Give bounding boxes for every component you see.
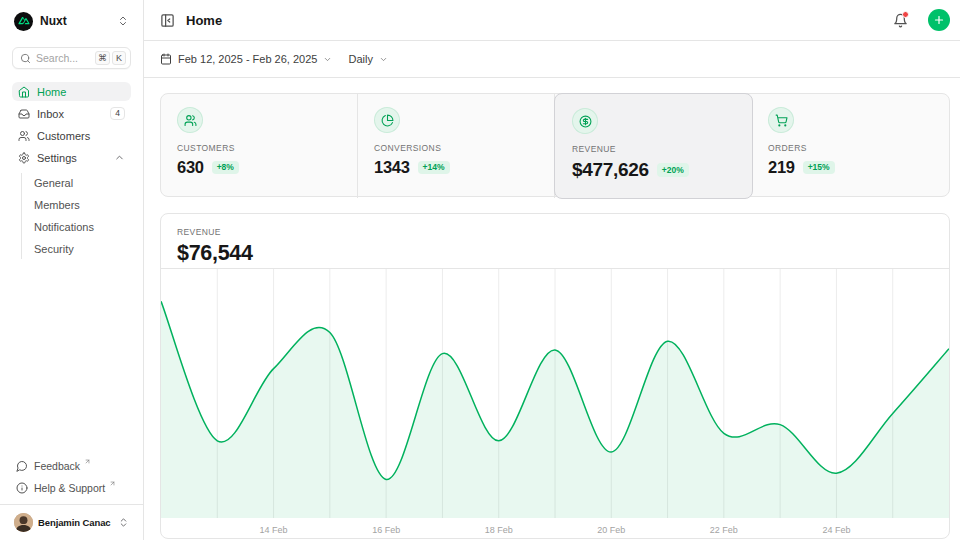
sidebar-item-general[interactable]: General [34,173,131,193]
nuxt-logo-icon [14,12,33,31]
sidebar-nav: Home Inbox 4 Customers Settings [12,82,131,259]
user-name: Benjamin Canac [38,517,113,528]
sidebar: Nuxt Search... ⌘K Home [0,0,144,540]
app: Nuxt Search... ⌘K Home [0,0,960,540]
chart-label: REVENUE [177,227,933,237]
users-icon [18,130,30,142]
page-title: Home [186,13,876,28]
sidebar-item-settings[interactable]: Settings [12,148,131,167]
sidebar-item-security[interactable]: Security [34,239,131,259]
delta-badge: +14% [418,161,450,175]
toolbar: Feb 12, 2025 - Feb 26, 2025 Daily [144,41,960,78]
shopping-cart-icon [768,107,794,133]
stat-conversions[interactable]: CONVERSIONS 1343 +14% [358,94,555,198]
message-circle-icon [16,460,28,472]
home-icon [18,86,30,98]
feedback-link[interactable]: Feedback [12,456,131,475]
user-menu[interactable]: Benjamin Canac [12,508,131,536]
chevron-up-icon [114,152,125,163]
chevrons-up-down-icon [117,15,129,27]
chevron-down-icon [379,55,388,64]
chart-pie-icon [374,107,400,133]
sidebar-item-customers[interactable]: Customers [12,126,131,145]
calendar-icon [160,53,172,65]
chart-header: REVENUE $76,544 [161,214,949,269]
main: Home Feb 12, 2025 - Feb 26, 2025 Daily [144,0,960,540]
workspace-switcher[interactable]: Nuxt [12,10,131,32]
gear-icon [18,152,30,164]
chevrons-up-down-icon [118,517,129,528]
sidebar-item-home[interactable]: Home [12,82,131,101]
x-tick-label: 14 Feb [260,525,288,535]
collapse-sidebar-icon[interactable] [160,13,175,28]
x-tick-label: 16 Feb [372,525,400,535]
stat-revenue[interactable]: REVENUE $477,626 +20% [554,93,753,199]
inbox-count-badge: 4 [110,107,125,121]
x-axis-labels: 14 Feb 16 Feb 18 Feb 20 Feb 22 Feb 24 Feb [161,518,949,537]
stat-orders[interactable]: ORDERS 219 +15% [752,94,949,198]
settings-subnav: General Members Notifications Security [21,173,131,259]
content: CUSTOMERS 630 +8% CONVERSIONS 1343 +14% [144,78,960,539]
main-header: Home [144,0,960,41]
stat-customers[interactable]: CUSTOMERS 630 +8% [161,94,358,198]
sidebar-item-members[interactable]: Members [34,195,131,215]
external-link-icon [109,480,116,487]
search-icon [20,53,31,64]
inbox-icon [18,108,30,120]
search-placeholder: Search... [36,52,90,64]
notifications-button[interactable] [887,7,913,33]
chart-value: $76,544 [177,241,933,266]
search-input[interactable]: Search... ⌘K [12,47,131,69]
delta-badge: +20% [657,163,689,177]
x-tick-label: 20 Feb [597,525,625,535]
x-tick-label: 18 Feb [485,525,513,535]
sidebar-divider [0,504,143,505]
sidebar-item-notifications[interactable]: Notifications [34,217,131,237]
kbd-k: K [112,51,126,65]
add-button[interactable] [928,9,950,31]
delta-badge: +8% [212,161,239,175]
external-link-icon [84,458,91,465]
help-support-link[interactable]: Help & Support [12,478,131,497]
workspace-name: Nuxt [40,14,110,28]
revenue-chart-card: REVENUE $76,544 14 Feb 16 Feb 18 Feb 20 Feb… [160,213,950,539]
revenue-chart[interactable] [161,269,949,518]
x-tick-label: 22 Feb [710,525,738,535]
kbd-meta: ⌘ [95,51,110,65]
circle-dollar-icon [572,108,598,134]
sidebar-item-inbox[interactable]: Inbox 4 [12,104,131,123]
delta-badge: +15% [803,161,835,175]
granularity-select[interactable]: Daily [348,53,387,65]
x-tick-label: 24 Feb [822,525,850,535]
chevron-down-icon [323,55,332,64]
sidebar-footer: Feedback Help & Support [12,456,131,504]
avatar [14,513,33,532]
date-range-picker[interactable]: Feb 12, 2025 - Feb 26, 2025 [160,53,332,65]
notification-dot [902,11,909,18]
stats-row: CUSTOMERS 630 +8% CONVERSIONS 1343 +14% [160,93,950,197]
info-circle-icon [16,482,28,494]
users-icon [177,107,203,133]
